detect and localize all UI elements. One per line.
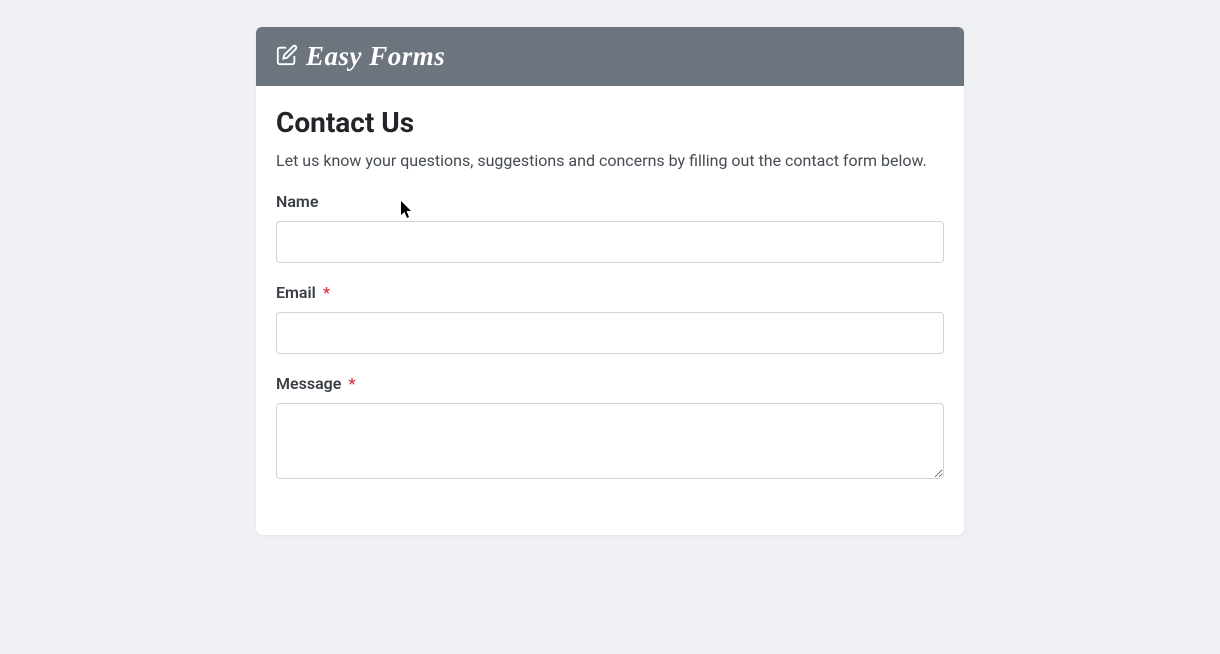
card-header: Easy Forms	[256, 27, 964, 86]
form-group-message: Message *	[276, 374, 944, 483]
name-input[interactable]	[276, 221, 944, 263]
form-group-name: Name	[276, 192, 944, 263]
required-marker: *	[348, 374, 355, 393]
card-body: Contact Us Let us know your questions, s…	[256, 86, 964, 535]
form-group-email: Email *	[276, 283, 944, 354]
email-input[interactable]	[276, 312, 944, 354]
message-textarea[interactable]	[276, 403, 944, 479]
message-label-text: Message	[276, 374, 341, 393]
name-label: Name	[276, 192, 944, 211]
edit-icon	[276, 44, 298, 70]
form-title: Contact Us	[276, 106, 944, 139]
name-label-text: Name	[276, 192, 318, 211]
form-description: Let us know your questions, suggestions …	[276, 151, 944, 170]
form-card: Easy Forms Contact Us Let us know your q…	[256, 27, 964, 535]
required-marker: *	[323, 283, 330, 302]
brand-title: Easy Forms	[306, 41, 445, 72]
email-label: Email *	[276, 283, 944, 302]
message-label: Message *	[276, 374, 944, 393]
email-label-text: Email	[276, 283, 316, 302]
